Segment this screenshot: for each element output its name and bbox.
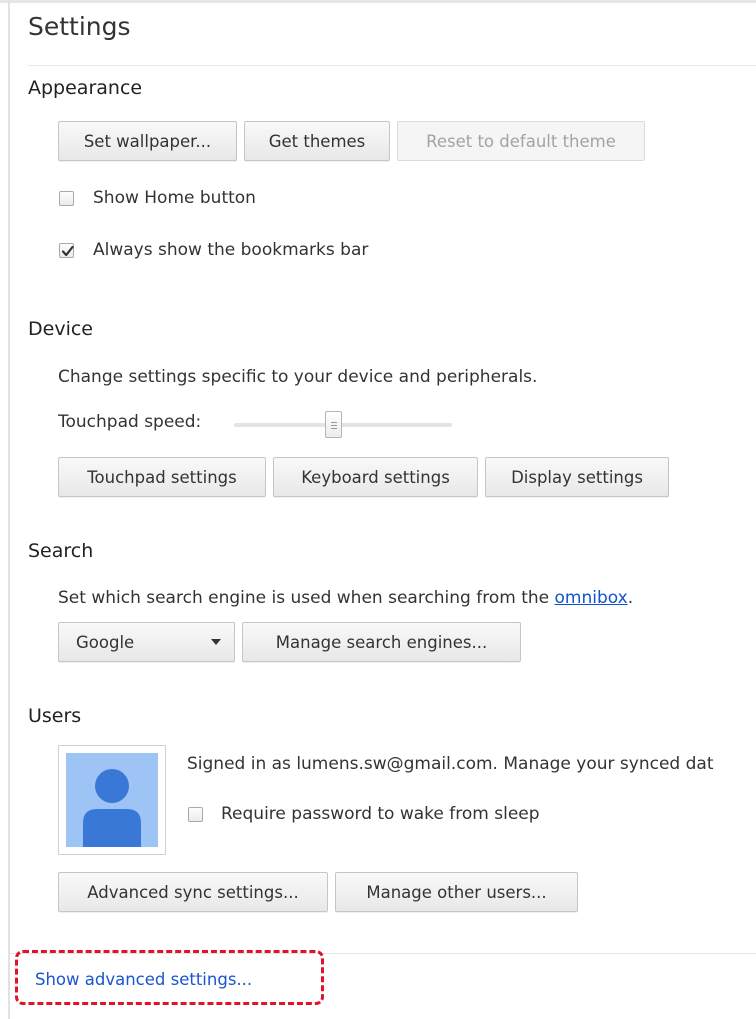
checkmark-icon [61, 245, 74, 257]
search-engine-selected: Google [76, 632, 135, 652]
show-home-label: Show Home button [93, 188, 256, 208]
require-password-checkbox[interactable] [188, 807, 203, 822]
appearance-heading: Appearance [28, 77, 143, 99]
omnibox-link[interactable]: omnibox [555, 588, 628, 608]
manage-search-engines-button[interactable]: Manage search engines... [242, 622, 521, 662]
signed-in-text: Signed in as lumens.sw@gmail.com. Manage… [187, 754, 714, 774]
set-wallpaper-button[interactable]: Set wallpaper... [58, 121, 237, 161]
search-description-suffix: . [627, 588, 634, 608]
advanced-sync-settings-button[interactable]: Advanced sync settings... [58, 872, 328, 912]
dropdown-arrow-icon [211, 639, 221, 645]
person-icon [83, 769, 141, 847]
reset-theme-button[interactable]: Reset to default theme [397, 121, 645, 161]
page-title: Settings [28, 12, 131, 41]
search-heading: Search [28, 540, 94, 562]
window-left-border [8, 0, 10, 1019]
window-top-border [0, 0, 756, 3]
display-settings-button[interactable]: Display settings [485, 457, 669, 497]
keyboard-settings-button[interactable]: Keyboard settings [273, 457, 478, 497]
avatar-image [66, 753, 158, 847]
title-divider [28, 65, 756, 66]
users-heading: Users [28, 705, 82, 727]
touchpad-speed-label: Touchpad speed: [58, 412, 202, 432]
device-description: Change settings specific to your device … [58, 367, 538, 387]
search-description: Set which search engine is used when sea… [58, 588, 633, 608]
touchpad-settings-button[interactable]: Touchpad settings [58, 457, 266, 497]
device-heading: Device [28, 318, 93, 340]
show-advanced-settings-link[interactable]: Show advanced settings... [35, 970, 252, 989]
get-themes-button[interactable]: Get themes [244, 121, 390, 161]
require-password-label: Require password to wake from sleep [221, 804, 540, 824]
user-avatar[interactable] [58, 745, 166, 855]
touchpad-speed-slider-thumb[interactable] [325, 411, 342, 438]
bookmarks-bar-label: Always show the bookmarks bar [93, 240, 369, 260]
touchpad-speed-slider[interactable] [234, 423, 452, 427]
search-description-text: Set which search engine is used when sea… [58, 588, 555, 608]
manage-other-users-button[interactable]: Manage other users... [335, 872, 578, 912]
bookmarks-bar-checkbox[interactable] [59, 243, 74, 258]
search-engine-select[interactable]: Google [58, 622, 235, 662]
show-home-checkbox[interactable] [59, 191, 74, 206]
